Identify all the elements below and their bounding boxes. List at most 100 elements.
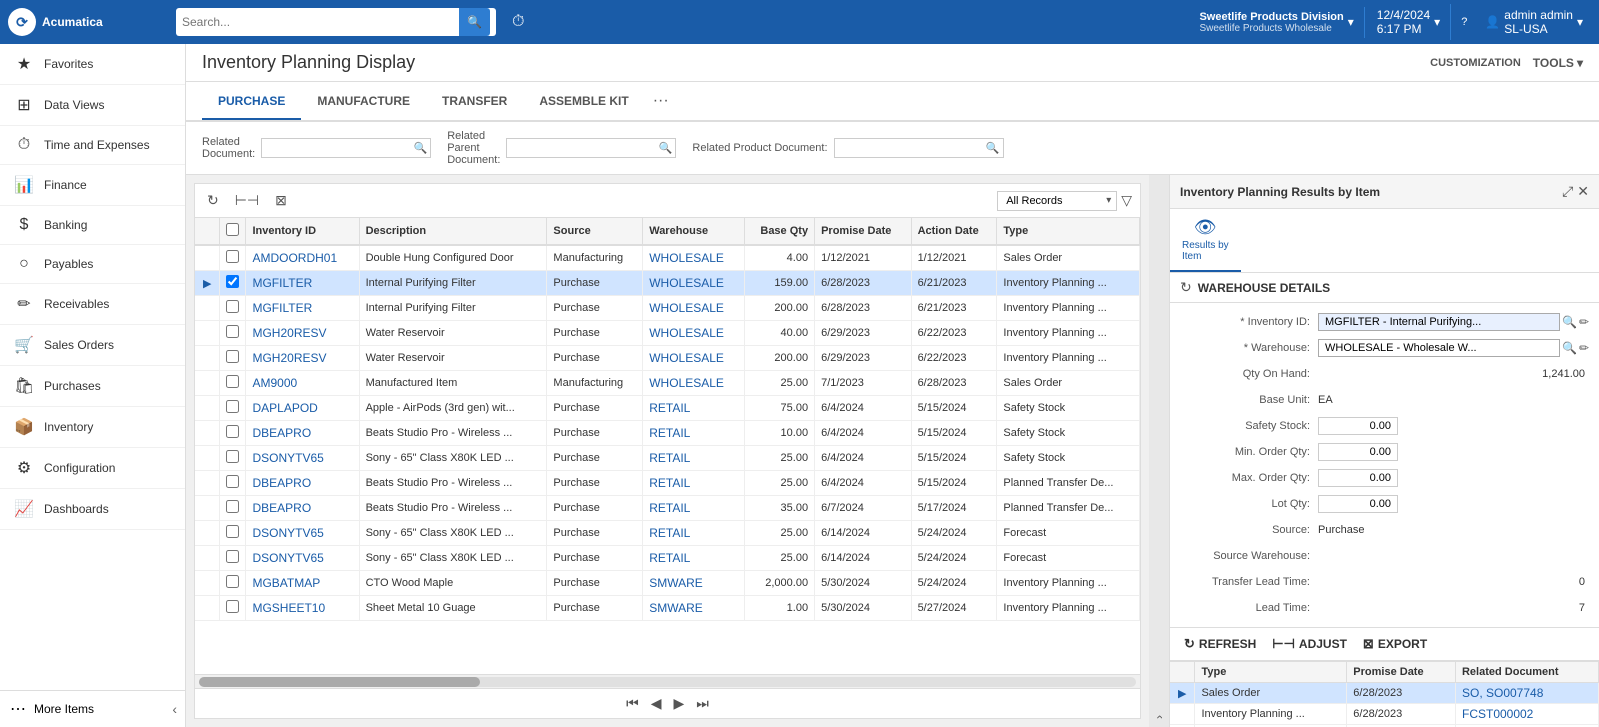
adjust-columns-button[interactable]: ⊢⊣: [231, 190, 263, 211]
user-menu-button[interactable]: 👤 admin admin SL-USA ▾: [1477, 4, 1591, 40]
sidebar-item-banking[interactable]: $ Banking: [0, 206, 185, 245]
sidebar-item-inventory[interactable]: 📦 Inventory: [0, 407, 185, 448]
min-order-qty-input[interactable]: [1318, 443, 1398, 461]
row-checkbox[interactable]: [226, 325, 239, 338]
sidebar-item-sales-orders[interactable]: 🛒 Sales Orders: [0, 325, 185, 366]
panel-refresh-button[interactable]: ↻ REFRESH: [1180, 634, 1260, 654]
warehouse-link[interactable]: RETAIL: [649, 526, 690, 540]
search-button[interactable]: 🔍: [459, 8, 490, 36]
warehouse-link[interactable]: WHOLESALE: [649, 351, 724, 365]
related-product-document-input[interactable]: [834, 138, 1004, 158]
panel-collapse-button[interactable]: ›: [1149, 175, 1169, 727]
row-checkbox[interactable]: [226, 250, 239, 263]
history-button[interactable]: ⏱: [504, 9, 532, 35]
datetime-selector[interactable]: 12/4/2024 6:17 PM ▾: [1367, 4, 1451, 40]
inventory-id-link[interactable]: MGFILTER: [252, 276, 312, 290]
table-row[interactable]: MGH20RESV Water Reservoir Purchase WHOLE…: [195, 321, 1140, 346]
sidebar-item-finance[interactable]: 📊 Finance: [0, 165, 185, 206]
table-row[interactable]: MGSHEET10 Sheet Metal 10 Guage Purchase …: [195, 596, 1140, 621]
warehouse-link[interactable]: RETAIL: [649, 451, 690, 465]
sidebar-item-favorites[interactable]: ★ Favorites: [0, 44, 185, 85]
export-grid-button[interactable]: ⊠: [271, 190, 291, 211]
table-row[interactable]: AM9000 Manufactured Item Manufacturing W…: [195, 371, 1140, 396]
warehouse-input[interactable]: [1318, 339, 1560, 357]
warehouse-link[interactable]: RETAIL: [649, 501, 690, 515]
row-checkbox[interactable]: [226, 300, 239, 313]
table-row[interactable]: MGFILTER Internal Purifying Filter Purch…: [195, 296, 1140, 321]
safety-stock-input[interactable]: [1318, 417, 1398, 435]
tab-assemble-kit[interactable]: ASSEMBLE KIT: [523, 84, 644, 120]
sidebar-item-purchases[interactable]: 🛍 Purchases: [0, 366, 185, 407]
select-all-checkbox[interactable]: [226, 223, 239, 236]
right-related-doc-link[interactable]: SO, SO007748: [1462, 686, 1543, 700]
refresh-grid-button[interactable]: ↻: [203, 190, 223, 211]
table-row[interactable]: MGBATMAP CTO Wood Maple Purchase SMWARE …: [195, 571, 1140, 596]
warehouse-link[interactable]: RETAIL: [649, 426, 690, 440]
search-input[interactable]: [182, 15, 459, 29]
inventory-id-link[interactable]: DBEAPRO: [252, 501, 311, 515]
warehouse-edit-icon[interactable]: ✏: [1579, 341, 1589, 355]
row-checkbox[interactable]: [226, 475, 239, 488]
inventory-id-input[interactable]: [1318, 313, 1560, 331]
inventory-id-search-icon[interactable]: 🔍: [1562, 315, 1577, 329]
row-checkbox[interactable]: [226, 450, 239, 463]
panel-tab-results-by-item[interactable]: 👁 Results byItem: [1170, 209, 1241, 272]
sidebar-item-dashboards[interactable]: 📈 Dashboards: [0, 489, 185, 530]
inventory-id-link[interactable]: AM9000: [252, 376, 297, 390]
inventory-id-link[interactable]: MGH20RESV: [252, 326, 326, 340]
warehouse-link[interactable]: WHOLESALE: [649, 251, 724, 265]
row-checkbox[interactable]: [226, 550, 239, 563]
table-row[interactable]: DBEAPRO Beats Studio Pro - Wireless ... …: [195, 421, 1140, 446]
warehouse-link[interactable]: SMWARE: [649, 601, 703, 615]
row-expand-button[interactable]: ▶: [201, 277, 213, 290]
panel-adjust-button[interactable]: ⊢⊣ ADJUST: [1268, 634, 1351, 654]
horizontal-scrollbar[interactable]: [195, 674, 1140, 688]
inventory-id-link[interactable]: DBEAPRO: [252, 476, 311, 490]
warehouse-link[interactable]: RETAIL: [649, 551, 690, 565]
right-row-expand-button[interactable]: ▶: [1176, 687, 1188, 700]
row-checkbox[interactable]: [226, 500, 239, 513]
warehouse-link[interactable]: WHOLESALE: [649, 276, 724, 290]
warehouse-link[interactable]: WHOLESALE: [649, 301, 724, 315]
inventory-id-link[interactable]: DSONYTV65: [252, 451, 323, 465]
inventory-id-link[interactable]: AMDOORDH01: [252, 251, 337, 265]
prev-page-button[interactable]: ◀: [647, 693, 666, 714]
tab-manufacture[interactable]: MANUFACTURE: [301, 84, 426, 120]
related-document-input[interactable]: [261, 138, 431, 158]
sidebar-item-time-expenses[interactable]: ⏱ Time and Expenses: [0, 126, 185, 165]
table-row[interactable]: DBEAPRO Beats Studio Pro - Wireless ... …: [195, 471, 1140, 496]
row-checkbox[interactable]: [226, 425, 239, 438]
sidebar-item-data-views[interactable]: ⊞ Data Views: [0, 85, 185, 126]
tab-purchase[interactable]: PURCHASE: [202, 84, 301, 120]
row-checkbox[interactable]: [226, 400, 239, 413]
table-row[interactable]: DAPLAPOD Apple - AirPods (3rd gen) wit..…: [195, 396, 1140, 421]
inventory-id-link[interactable]: MGH20RESV: [252, 351, 326, 365]
row-checkbox[interactable]: [226, 575, 239, 588]
row-checkbox[interactable]: [226, 525, 239, 538]
max-order-qty-input[interactable]: [1318, 469, 1398, 487]
last-page-button[interactable]: ⏭: [692, 693, 713, 714]
warehouse-search-icon[interactable]: 🔍: [1562, 341, 1577, 355]
warehouse-link[interactable]: SMWARE: [649, 576, 703, 590]
inventory-id-edit-icon[interactable]: ✏: [1579, 315, 1589, 329]
sidebar-item-configuration[interactable]: ⚙ Configuration: [0, 448, 185, 489]
warehouse-link[interactable]: RETAIL: [649, 476, 690, 490]
table-row[interactable]: DSONYTV65 Sony - 65" Class X80K LED ... …: [195, 546, 1140, 571]
inventory-id-link[interactable]: MGBATMAP: [252, 576, 320, 590]
grid-filter-button[interactable]: ▽: [1121, 192, 1132, 209]
help-button[interactable]: ?: [1453, 12, 1475, 32]
all-records-dropdown[interactable]: All Records: [997, 191, 1117, 211]
customization-button[interactable]: CUSTOMIZATION: [1430, 57, 1521, 69]
sidebar-item-receivables[interactable]: ✏ Receivables: [0, 284, 185, 325]
inventory-id-link[interactable]: DAPLAPOD: [252, 401, 317, 415]
sidebar-item-payables[interactable]: ○ Payables: [0, 245, 185, 284]
table-row[interactable]: DBEAPRO Beats Studio Pro - Wireless ... …: [195, 496, 1140, 521]
inventory-id-link[interactable]: DSONYTV65: [252, 551, 323, 565]
first-page-button[interactable]: ⏮: [622, 693, 643, 714]
sidebar-collapse-button[interactable]: ‹: [172, 701, 177, 717]
sidebar-item-more-items[interactable]: ⋯ More Items: [8, 699, 94, 719]
row-checkbox[interactable]: [226, 375, 239, 388]
warehouse-refresh-button[interactable]: ↻: [1180, 279, 1192, 296]
row-checkbox[interactable]: [226, 275, 239, 288]
inventory-id-link[interactable]: MGSHEET10: [252, 601, 325, 615]
